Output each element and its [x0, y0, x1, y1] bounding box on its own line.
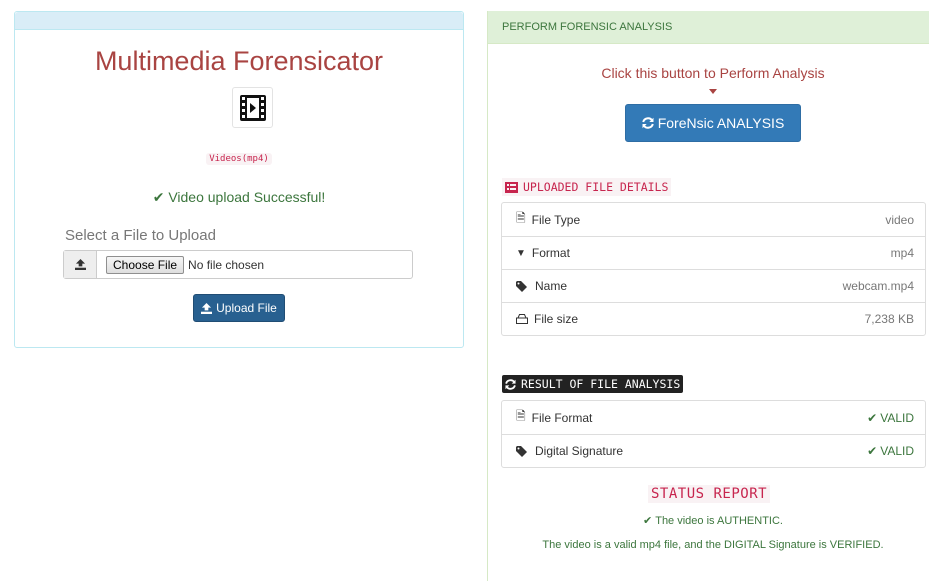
list-icon — [505, 181, 518, 193]
uploaded-file-details-text: UPLOADED FILE DETAILS — [523, 180, 669, 194]
detail-label: File Type — [531, 212, 581, 227]
check-icon: ✔ — [867, 410, 878, 425]
file-input[interactable]: Choose File No file chosen — [97, 251, 264, 278]
analysis-prompt: Click this button to Perform Analysis — [601, 65, 825, 81]
film-icon — [232, 87, 273, 128]
result-value: ✔ VALID — [867, 444, 914, 458]
upload-panel: Multimedia Forensicator Videos(mp4) ✔ Vi… — [14, 11, 464, 348]
detail-value: mp4 — [890, 246, 914, 260]
file-input-group: Choose File No file chosen — [63, 250, 413, 279]
upload-icon — [201, 302, 213, 314]
list-item: Digital Signature ✔ VALID — [502, 434, 925, 467]
upload-file-label: Upload File — [216, 301, 277, 315]
upload-panel-header — [15, 12, 463, 30]
list-item: 🗎 File Format ✔ VALID — [502, 401, 925, 434]
upload-file-button[interactable]: Upload File — [193, 294, 285, 322]
detail-value: video — [885, 212, 914, 227]
hdd-icon — [516, 314, 528, 324]
analysis-panel: PERFORM FORENSIC ANALYSIS Click this but… — [487, 11, 929, 581]
file-details-list: 🗎 File Type video ▼ Format mp4 Name webcam… — [501, 202, 926, 336]
list-item: Name webcam.mp4 — [502, 269, 925, 302]
detail-value: webcam.mp4 — [842, 279, 914, 293]
forensic-analysis-label: ForeNsic ANALYSIS — [657, 115, 785, 131]
refresh-icon — [641, 117, 654, 129]
file-icon: 🗎 — [516, 211, 526, 225]
list-item: File size 7,238 KB — [502, 302, 925, 335]
result-of-file-analysis-title: RESULT OF FILE ANALYSIS — [502, 375, 684, 393]
file-type-code: Videos(mp4) — [206, 153, 272, 165]
caret-down-icon — [709, 89, 717, 94]
tags-icon — [516, 280, 529, 292]
tags-icon — [516, 445, 529, 457]
upload-success-message: ✔ Video upload Successful! — [15, 189, 463, 206]
result-label: File Format — [531, 410, 593, 425]
result-of-file-analysis-text: RESULT OF FILE ANALYSIS — [521, 377, 681, 391]
list-item: ▼ Format mp4 — [502, 236, 925, 269]
choose-file-button[interactable]: Choose File — [106, 255, 185, 274]
detail-label: Name — [535, 279, 568, 293]
filter-icon: ▼ — [516, 247, 526, 259]
detail-label: File size — [534, 312, 579, 326]
list-item: 🗎 File Type video — [502, 203, 925, 236]
select-file-label: Select a File to Upload — [65, 227, 216, 244]
detail-label: Format — [531, 246, 570, 260]
status-authentic: ✔ The video is AUTHENTIC. — [488, 514, 929, 528]
upload-success-text: Video upload Successful! — [168, 189, 326, 205]
check-icon: ✔ — [867, 444, 878, 458]
app-title: Multimedia Forensicator — [94, 46, 384, 76]
result-value: ✔ VALID — [867, 410, 914, 425]
forensic-analysis-button[interactable]: ForeNsic ANALYSIS — [625, 104, 801, 142]
upload-icon — [64, 251, 97, 278]
file-icon: 🗎 — [516, 409, 526, 423]
detail-value: 7,238 KB — [864, 312, 914, 326]
analysis-results-list: 🗎 File Format ✔ VALID Digital Signature ✔ V… — [501, 400, 926, 468]
status-report-title: STATUS REPORT — [648, 485, 771, 503]
status-authentic-text: The video is AUTHENTIC. — [655, 514, 783, 527]
result-label: Digital Signature — [535, 444, 624, 458]
status-detail: The video is a valid mp4 file, and the D… — [542, 539, 884, 551]
check-icon: ✔ — [152, 189, 165, 205]
file-input-status: No file chosen — [188, 257, 265, 272]
analysis-panel-header: PERFORM FORENSIC ANALYSIS — [488, 11, 929, 44]
check-icon: ✔ — [643, 515, 653, 527]
refresh-icon — [505, 378, 516, 390]
uploaded-file-details-title: UPLOADED FILE DETAILS — [502, 178, 672, 196]
